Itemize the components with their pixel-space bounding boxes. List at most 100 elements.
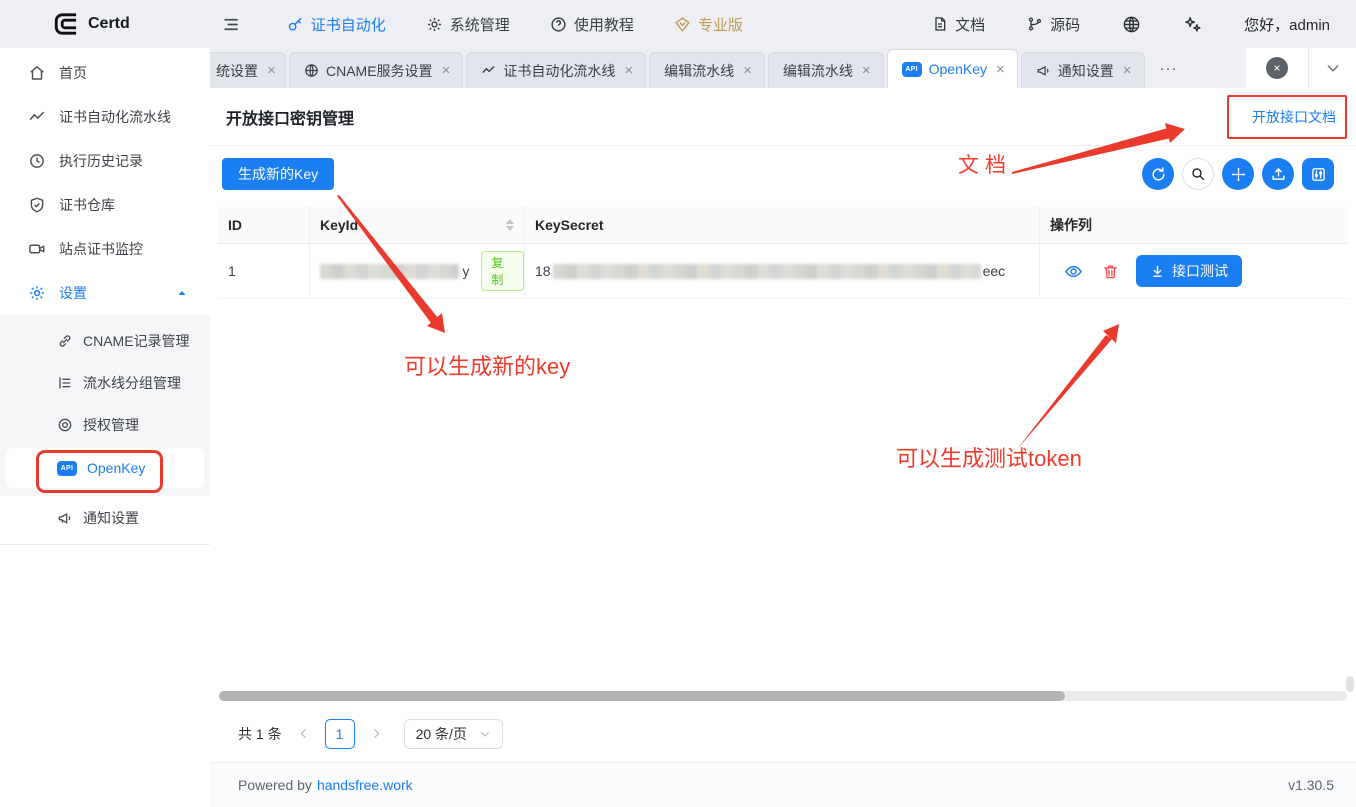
language-globe-icon[interactable] (1122, 15, 1141, 34)
app-shell: 首页 证书自动化流水线 执行历史记录 证书仓库 站点证书监控 设置 CNAME记… (0, 48, 1356, 807)
tab-label: 证书自动化流水线 (503, 61, 615, 81)
camera-monitor-icon (28, 240, 46, 258)
api-test-button[interactable]: 接口测试 (1136, 255, 1242, 287)
history-clock-icon (28, 152, 46, 170)
cell-keysecret: 18 eec (525, 244, 1040, 298)
close-icon[interactable]: × (994, 62, 1007, 77)
sidebar-item-home[interactable]: 首页 (0, 51, 210, 95)
col-header-keyid[interactable]: KeyId (310, 207, 525, 243)
sparkles-icon[interactable] (1183, 15, 1202, 34)
sidebar-divider (0, 544, 210, 545)
toolbar-actions (1142, 158, 1334, 190)
open-api-doc-link[interactable]: 开放接口文档 (1252, 107, 1336, 127)
close-icon[interactable]: × (622, 63, 635, 78)
tab-label: 编辑流水线 (664, 61, 734, 81)
tab-more-button[interactable]: ··· (1148, 60, 1190, 77)
megaphone-icon (57, 510, 73, 526)
sidebar-item-cname-records[interactable]: CNAME记录管理 (0, 320, 210, 362)
close-all-tabs-button[interactable]: × (1266, 57, 1288, 79)
pagination-total: 共 1 条 (238, 724, 282, 744)
sidebar-item-pipelines[interactable]: 证书自动化流水线 (0, 95, 210, 139)
menu-cert-automation[interactable]: 证书自动化 (287, 14, 386, 35)
sidebar-item-label: 证书仓库 (59, 195, 115, 215)
next-page-icon[interactable] (370, 727, 383, 740)
topbar-right: 文档 源码 您好，admin (932, 14, 1356, 35)
close-icon[interactable]: × (741, 63, 754, 78)
sidebar-item-cert-repo[interactable]: 证书仓库 (0, 183, 210, 227)
brand[interactable]: Certd (53, 11, 130, 37)
docs-link[interactable]: 文档 (932, 14, 985, 35)
cell-actions: 接口测试 (1040, 244, 1348, 298)
home-icon (28, 64, 46, 82)
chevron-up-icon (176, 287, 188, 299)
sidebar-item-pipeline-groups[interactable]: 流水线分组管理 (0, 362, 210, 404)
question-circle-icon (550, 16, 567, 33)
sidebar-item-label: 流水线分组管理 (83, 373, 181, 393)
tab-edit-pipeline-1[interactable]: 编辑流水线 × (649, 52, 765, 88)
tab-openkey[interactable]: API OpenKey × (887, 49, 1018, 88)
close-icon[interactable]: × (860, 63, 873, 78)
api-badge-icon: API (902, 62, 922, 77)
sidebar: 首页 证书自动化流水线 执行历史记录 证书仓库 站点证书监控 设置 CNAME记… (0, 48, 210, 807)
collapse-menu-icon[interactable] (222, 15, 241, 34)
tab-list-dropdown[interactable] (1308, 48, 1356, 88)
tab-notify-settings[interactable]: 通知设置 × (1021, 52, 1145, 88)
menu-label: 使用教程 (574, 14, 634, 35)
sort-icon[interactable] (506, 219, 514, 231)
sidebar-item-notify-settings[interactable]: 通知设置 (0, 496, 210, 540)
group-list-icon (57, 375, 73, 391)
menu-pro-edition[interactable]: 专业版 (674, 14, 743, 35)
generate-key-button[interactable]: 生成新的Key (222, 158, 334, 190)
compact-mode-button[interactable] (1222, 158, 1254, 190)
menu-label: 系统管理 (450, 14, 510, 35)
page-size-value: 20 条/页 (416, 724, 467, 744)
pro-badge-icon (674, 16, 691, 33)
git-branch-icon (1027, 16, 1043, 32)
sidebar-item-site-monitor[interactable]: 站点证书监控 (0, 227, 210, 271)
powered-by-text: Powered by (238, 777, 312, 793)
certd-logo-icon (53, 11, 79, 37)
api-test-icon (1150, 264, 1165, 279)
columns-settings-button[interactable] (1302, 158, 1334, 190)
tab-pipelines[interactable]: 证书自动化流水线 × (466, 52, 646, 88)
link-label: 源码 (1050, 14, 1080, 35)
view-eye-icon[interactable] (1064, 262, 1083, 281)
horizontal-scrollbar[interactable] (219, 691, 1347, 701)
sidebar-item-settings[interactable]: 设置 (0, 271, 210, 315)
sidebar-item-label: 站点证书监控 (59, 239, 143, 259)
copy-button[interactable]: 复制 (481, 251, 524, 291)
close-icon[interactable]: × (1121, 63, 1134, 78)
sidebar-item-label: 授权管理 (83, 415, 139, 435)
key-icon (287, 16, 304, 33)
delete-trash-icon[interactable] (1102, 263, 1119, 280)
tab-edit-pipeline-2[interactable]: 编辑流水线 × (768, 52, 884, 88)
main-area: 统设置 × CNAME服务设置 × 证书自动化流水线 × 编辑流水线 × 编辑流… (210, 48, 1356, 807)
sidebar-item-label: OpenKey (87, 460, 145, 476)
sidebar-item-openkey[interactable]: API OpenKey (6, 448, 204, 488)
sidebar-item-authorization[interactable]: 授权管理 (0, 404, 210, 446)
footer: Powered by handsfree.work v1.30.5 (210, 762, 1356, 807)
export-button[interactable] (1262, 158, 1294, 190)
menu-tutorial[interactable]: 使用教程 (550, 14, 634, 35)
user-greeting[interactable]: 您好，admin (1244, 14, 1330, 35)
top-menu: 证书自动化 系统管理 使用教程 专业版 (287, 14, 743, 35)
tab-system-settings[interactable]: 统设置 × (210, 52, 286, 88)
tab-cname-service[interactable]: CNAME服务设置 × (289, 52, 463, 88)
sidebar-item-history[interactable]: 执行历史记录 (0, 139, 210, 183)
source-code-link[interactable]: 源码 (1027, 14, 1080, 35)
close-icon[interactable]: × (440, 63, 453, 78)
menu-system-manage[interactable]: 系统管理 (426, 14, 510, 35)
close-icon[interactable]: × (265, 63, 278, 78)
prev-page-icon[interactable] (297, 727, 310, 740)
page-title: 开放接口密钥管理 (226, 105, 354, 129)
settings-submenu: CNAME记录管理 流水线分组管理 授权管理 API OpenKey (0, 315, 210, 496)
refresh-button[interactable] (1142, 158, 1174, 190)
page-number-button[interactable]: 1 (325, 719, 355, 749)
page-size-select[interactable]: 20 条/页 (404, 719, 503, 749)
tab-label: OpenKey (929, 61, 987, 77)
handsfree-link[interactable]: handsfree.work (317, 777, 413, 793)
scrollbar-thumb[interactable] (219, 691, 1065, 701)
search-toggle-button[interactable] (1182, 158, 1214, 190)
vertical-scrollbar-stub[interactable] (1346, 676, 1354, 692)
redacted-keysecret (553, 264, 981, 279)
